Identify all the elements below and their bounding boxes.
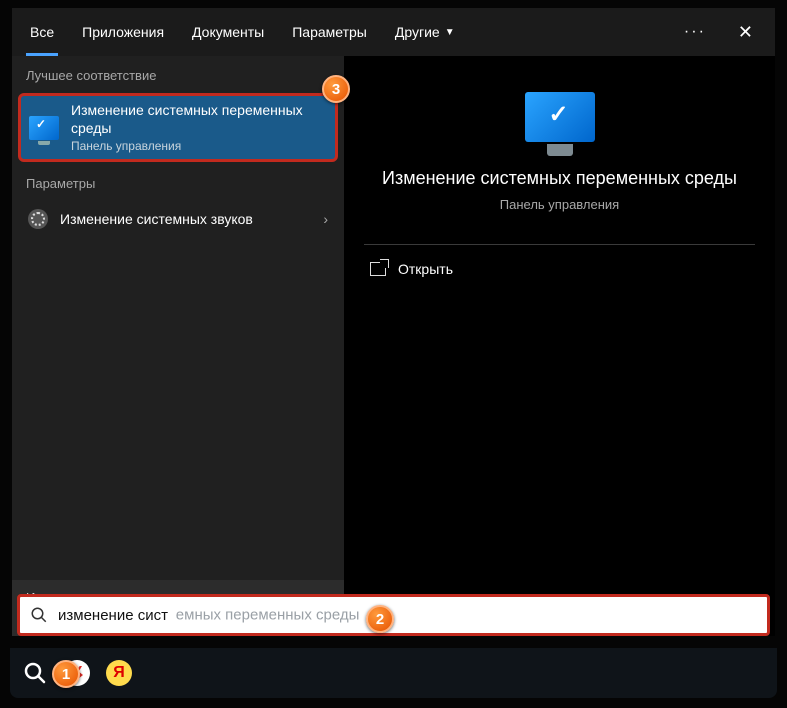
detail-title: Изменение системных переменных среды <box>382 168 737 189</box>
tab-apps[interactable]: Приложения <box>68 8 178 56</box>
results-body: Лучшее соответствие Изменение системных … <box>12 56 775 636</box>
annotation-badge-3: 3 <box>322 75 350 103</box>
taskbar: Y Я <box>10 648 777 698</box>
search-panel: Все Приложения Документы Параметры Други… <box>12 8 775 636</box>
chevron-right-icon: › <box>323 211 328 227</box>
result-env-vars[interactable]: Изменение системных переменных среды Пан… <box>18 93 338 162</box>
annotation-badge-2: 2 <box>366 605 394 633</box>
result-title: Изменение системных звуков <box>60 211 311 227</box>
taskbar-app-yandex[interactable]: Я <box>102 656 136 690</box>
tab-other-label: Другие <box>395 24 440 40</box>
result-detail: Изменение системных переменных среды Пан… <box>344 56 775 636</box>
section-best-match: Лучшее соответствие <box>12 56 344 91</box>
result-system-sounds[interactable]: Изменение системных звуков › <box>12 199 344 239</box>
monitor-check-icon <box>525 92 595 142</box>
search-input[interactable] <box>58 607 757 624</box>
monitor-check-icon <box>29 116 59 140</box>
tab-settings[interactable]: Параметры <box>278 8 381 56</box>
more-options-button[interactable]: ··· <box>670 23 720 41</box>
detail-subtitle: Панель управления <box>500 197 619 212</box>
results-list: Лучшее соответствие Изменение системных … <box>12 56 344 636</box>
close-button[interactable]: ✕ <box>720 22 771 43</box>
result-title: Изменение системных переменных среды <box>71 102 327 137</box>
taskbar-search-button[interactable] <box>18 656 52 690</box>
open-action[interactable]: Открыть <box>344 245 775 293</box>
section-parameters: Параметры <box>12 164 344 199</box>
chevron-down-icon: ▼ <box>445 27 455 38</box>
gear-icon <box>28 209 48 229</box>
open-label: Открыть <box>398 261 453 277</box>
annotation-badge-1: 1 <box>52 660 80 688</box>
tab-other[interactable]: Другие ▼ <box>381 8 469 56</box>
tab-documents[interactable]: Документы <box>178 8 278 56</box>
tab-all[interactable]: Все <box>16 8 68 56</box>
yandex-icon: Я <box>106 660 132 686</box>
open-external-icon <box>370 262 386 276</box>
search-icon <box>30 606 48 624</box>
filter-tabs: Все Приложения Документы Параметры Други… <box>12 8 775 56</box>
result-subtitle: Панель управления <box>71 139 327 153</box>
search-icon <box>23 661 47 685</box>
